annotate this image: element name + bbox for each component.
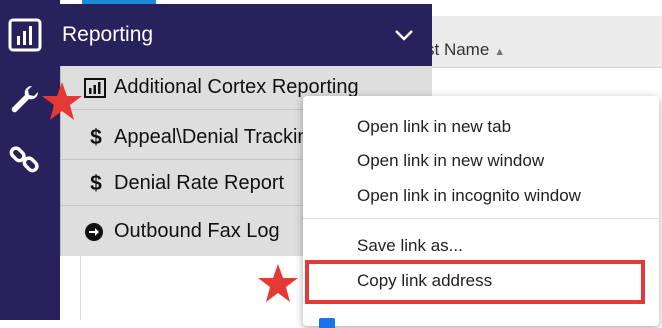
context-menu-open-incognito[interactable]: Open link in incognito window — [303, 179, 659, 213]
arrow-circle-right-icon — [85, 223, 103, 241]
submenu-item-label: Denial Rate Report — [114, 172, 285, 194]
context-menu-separator — [303, 218, 659, 219]
context-menu-item-label: Open link in new window — [357, 151, 545, 170]
submenu-item-label: Outbound Fax Log — [114, 220, 280, 242]
context-menu-save-link-as[interactable]: Save link as... — [303, 229, 659, 263]
submenu-item-label: Appeal\Denial Trackin — [114, 126, 309, 148]
dashboard-chart-icon[interactable] — [8, 18, 42, 52]
column-header-label: st Name — [426, 40, 490, 59]
context-menu-open-new-window[interactable]: Open link in new window — [303, 144, 659, 178]
star-marker-icon — [42, 82, 82, 120]
nav-section-reporting[interactable]: Reporting — [60, 4, 432, 66]
star-marker-icon — [258, 264, 298, 302]
context-menu-open-new-tab[interactable]: Open link in new tab — [303, 110, 659, 144]
highlight-box — [305, 260, 645, 304]
context-menu-item-label: Save link as... — [357, 236, 463, 255]
table-divider — [80, 256, 81, 320]
context-menu-item-label: Open link in incognito window — [357, 186, 581, 205]
sort-ascending-icon: ▲ — [494, 46, 506, 58]
dollar-icon: $ — [90, 172, 102, 195]
nav-section-label: Reporting — [62, 23, 154, 46]
left-icon-rail — [0, 0, 60, 320]
table-header: st Name ▲ — [426, 16, 662, 68]
wrench-icon[interactable] — [8, 82, 42, 116]
column-header-name[interactable]: st Name ▲ — [426, 40, 505, 60]
chevron-down-icon — [395, 30, 413, 41]
page-top-strip — [432, 0, 662, 6]
dollar-icon: $ — [90, 126, 102, 149]
link-icon[interactable] — [8, 142, 42, 176]
bar-chart-icon — [84, 78, 106, 98]
context-menu-item-label: Open link in new tab — [357, 117, 512, 136]
